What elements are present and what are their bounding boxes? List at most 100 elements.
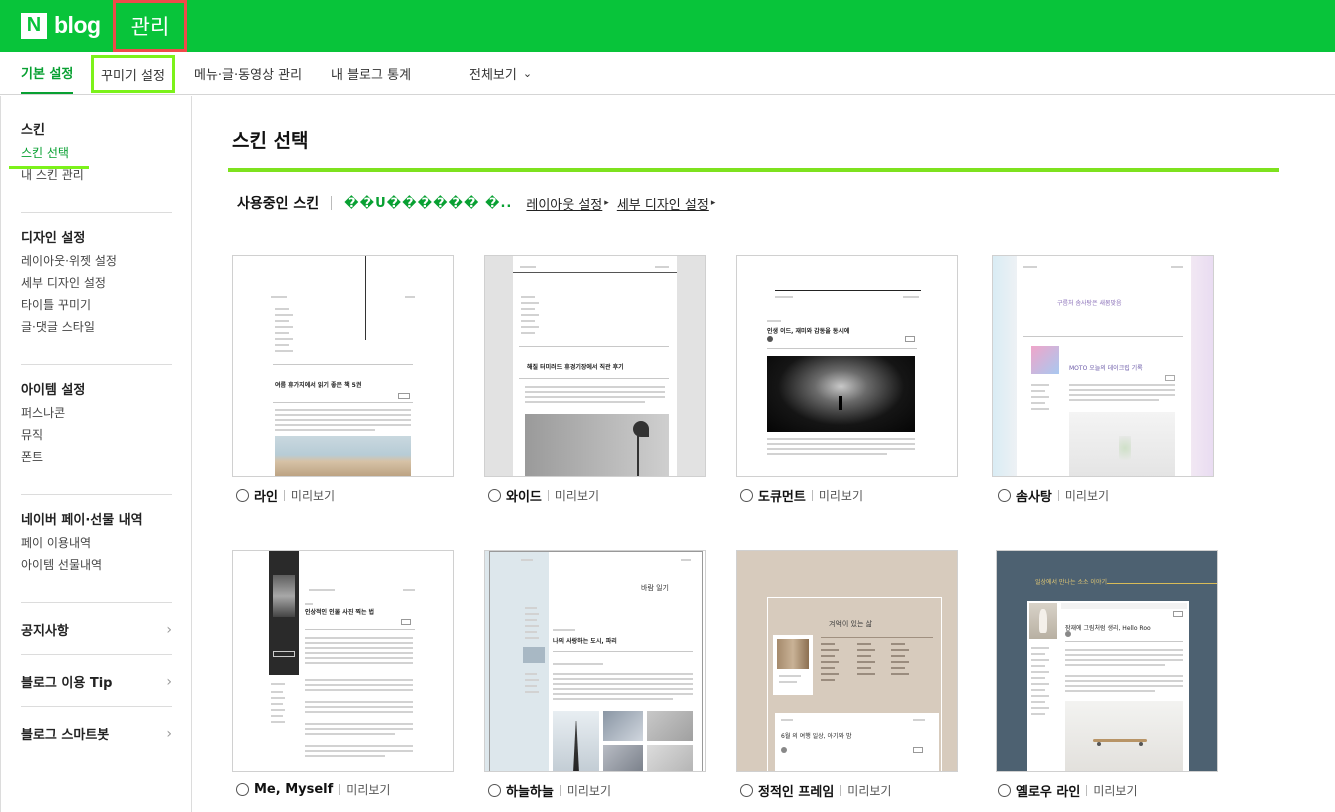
skin-option-sky[interactable]: 하늘하늘 미리보기: [488, 781, 611, 800]
radio-button[interactable]: [998, 489, 1011, 502]
thumb-text: [525, 396, 665, 398]
thumb-text: [821, 673, 839, 675]
tab-view-all[interactable]: 전체보기 ⌄: [469, 52, 532, 94]
thumb-rule: [767, 348, 917, 349]
thumb-text: [781, 719, 793, 721]
thumb-post-card: [775, 713, 939, 771]
skin-thumbnail-document[interactable]: 인생 이드, 재미와 감동을 동시에: [736, 255, 958, 477]
sidebar-item-layout-widget[interactable]: 레이아웃·위젯 설정: [21, 250, 117, 272]
thumb-text: [1031, 653, 1045, 655]
skin-thumbnail-yellow-line[interactable]: 일상에서 만나는 소소 이야기 잠재에 그림처럼 생리, Hello Roo: [996, 550, 1218, 772]
preview-link[interactable]: 미리보기: [567, 782, 611, 799]
settings-tab-nav: 기본 설정 꾸미기 설정 메뉴·글·동영상 관리 내 블로그 통계 전체보기 ⌄: [0, 52, 1335, 95]
thumb-text: [305, 706, 413, 708]
thumb-text: [305, 711, 413, 713]
sidebar-item-personacon[interactable]: 퍼스나콘: [21, 402, 85, 424]
tab-menu-post-video[interactable]: 메뉴·글·동영상 관리: [194, 52, 302, 94]
skin-thumbnail-cotton-candy[interactable]: 구름처 솜사탕은 새봄맞음 MOTO 오늘의 데이크립 기록: [992, 255, 1214, 477]
skin-thumbnail-sky[interactable]: 바람 일기 나의 사랑하는 도시, 파리: [484, 550, 706, 772]
tab-blog-stats[interactable]: 내 블로그 통계: [331, 52, 411, 94]
skin-option-me-myself[interactable]: Me, Myself 미리보기: [236, 781, 390, 798]
skin-option-yellow-line[interactable]: 옐로우 라인 미리보기: [998, 781, 1138, 800]
preview-link[interactable]: 미리보기: [555, 487, 599, 504]
skin-thumbnail-wide[interactable]: 해질 터미러드 휴경기장에서 직관 후기: [484, 255, 706, 477]
thumb-figure: [839, 396, 842, 410]
skin-thumbnail-line[interactable]: 여름 휴가지에서 읽기 좋은 책 5권: [232, 255, 454, 477]
thumb-text: [275, 308, 289, 310]
sidebar-item-font[interactable]: 폰트: [21, 446, 85, 468]
thumb-post-title: 잠재에 그림처럼 생리, Hello Roo: [1065, 625, 1151, 632]
skin-option-line[interactable]: 라인 미리보기: [236, 486, 335, 505]
tab-basic-settings[interactable]: 기본 설정: [21, 52, 74, 94]
preview-link[interactable]: 미리보기: [847, 782, 891, 799]
radio-button[interactable]: [998, 784, 1011, 797]
skin-option-cotton-candy[interactable]: 솜사탕 미리보기: [998, 486, 1109, 505]
thumb-text: [271, 721, 285, 723]
thumb-blog-title: 겨억이 있는 삶: [829, 620, 873, 628]
thumb-button: [401, 619, 411, 625]
sidebar-item-skin-select[interactable]: 스킨 선택: [21, 142, 84, 164]
skin-option-wide[interactable]: 와이드 미리보기: [488, 486, 599, 505]
thumb-text: [681, 559, 691, 561]
thumb-text: [305, 657, 413, 659]
thumb-text: [857, 643, 871, 645]
sidebar-item-pay-history[interactable]: 페이 이용내역: [21, 532, 143, 554]
preview-link[interactable]: 미리보기: [346, 781, 390, 798]
radio-button[interactable]: [740, 489, 753, 502]
thumb-rule: [1023, 336, 1183, 337]
thumb-text: [1069, 394, 1175, 396]
detail-design-link[interactable]: 세부 디자인 설정: [617, 194, 709, 213]
radio-button[interactable]: [488, 489, 501, 502]
layout-settings-link[interactable]: 레이아웃 설정: [526, 194, 602, 213]
sidebar-link-smartbot[interactable]: 블로그 스마트봇 ›: [21, 724, 172, 744]
thumb-frame-line: [941, 597, 942, 771]
title-underline: [228, 168, 1279, 172]
thumb-divider: [365, 256, 366, 340]
naver-blog-logo[interactable]: N blog: [21, 12, 101, 39]
radio-button[interactable]: [236, 489, 249, 502]
skin-thumbnail-static-frame[interactable]: 겨억이 있는 삶 6월 의 여행 일상, 아기와 밤: [736, 550, 958, 772]
skin-name: 와이드: [506, 490, 542, 505]
skin-option-static-frame[interactable]: 정적인 프레임 미리보기: [740, 781, 891, 800]
sidebar-group-title: 아이템 설정: [21, 383, 86, 398]
thumb-text: [305, 647, 413, 649]
thumb-rule: [775, 290, 921, 291]
sidebar-item-gift-history[interactable]: 아이템 선물내역: [21, 554, 143, 576]
manage-title[interactable]: 관리: [113, 0, 187, 52]
radio-button[interactable]: [236, 783, 249, 796]
thumb-text: [525, 619, 537, 621]
thumb-text: [1031, 695, 1049, 697]
sidebar-link-tips[interactable]: 블로그 이용 Tip ›: [21, 672, 172, 692]
thumb-avatar: [767, 336, 773, 342]
thumb-text: [305, 745, 413, 747]
skin-option-document[interactable]: 도큐먼트 미리보기: [740, 486, 863, 505]
thumb-text: [891, 673, 909, 675]
thumb-text: [1031, 677, 1045, 679]
thumb-text: [521, 559, 533, 561]
thumb-flower: [1119, 436, 1131, 460]
sidebar-item-title-decor[interactable]: 타이틀 꾸미기: [21, 294, 117, 316]
thumb-button: [273, 651, 295, 657]
preview-link[interactable]: 미리보기: [291, 487, 335, 504]
thumb-text: [275, 429, 375, 431]
thumb-text: [1031, 659, 1049, 661]
skin-thumbnail-me-myself[interactable]: 인상적인 인물 사진 찍는 법: [232, 550, 454, 772]
radio-button[interactable]: [488, 784, 501, 797]
thumb-text: [1031, 713, 1045, 715]
preview-link[interactable]: 미리보기: [1093, 782, 1137, 799]
sidebar-item-post-style[interactable]: 글·댓글 스타일: [21, 316, 117, 338]
sidebar-link-notice[interactable]: 공지사항 ›: [21, 620, 172, 640]
preview-link[interactable]: 미리보기: [819, 487, 863, 504]
radio-button[interactable]: [740, 784, 753, 797]
sidebar-item-detail-design[interactable]: 세부 디자인 설정: [21, 272, 117, 294]
thumb-text: [521, 302, 539, 304]
tab-decorate-settings[interactable]: 꾸미기 설정: [91, 55, 175, 93]
tab-label: 꾸미기 설정: [101, 68, 165, 84]
sidebar-group-title: 스킨: [21, 123, 45, 138]
thumb-text: [1031, 408, 1049, 410]
divider: [21, 212, 172, 213]
thumb-text: [857, 655, 871, 657]
thumb-text: [275, 409, 411, 411]
sidebar-item-music[interactable]: 뮤직: [21, 424, 85, 446]
preview-link[interactable]: 미리보기: [1065, 487, 1109, 504]
